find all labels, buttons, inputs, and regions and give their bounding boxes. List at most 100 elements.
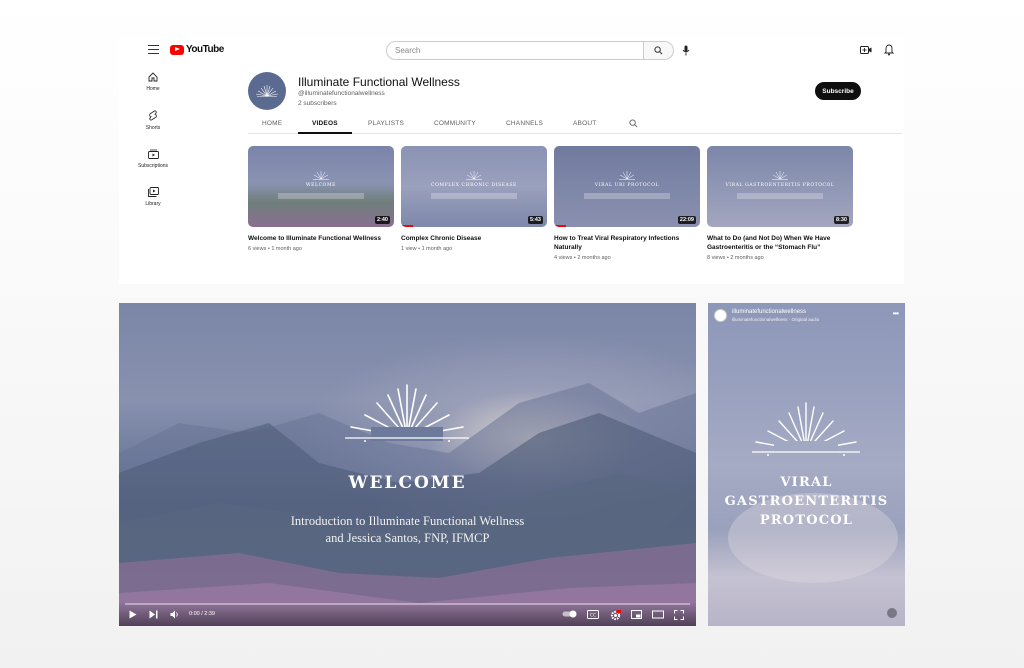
sunrise-logo-icon [772,171,788,180]
thumbnail-title: VIRAL URI PROTOCOL [594,183,660,188]
time-display: 0:00 / 2:39 [189,611,215,617]
thumbnail-title: WELCOME [305,183,337,188]
video-title[interactable]: Welcome to Illuminate Functional Wellnes… [248,234,394,243]
library-icon [147,187,159,197]
top-bar: YouTube Search [119,36,904,66]
nav-label-library: Library [145,201,161,207]
sunrise-logo-icon [345,384,469,442]
shorts-icon [149,110,157,121]
short-title-line3: PROTOCOL [759,513,854,528]
short-title-line2: GASTROENTERITIS [724,494,889,509]
video-title[interactable]: Complex Chronic Disease [401,234,547,243]
video-card[interactable]: VIRAL GASTROENTERITIS PROTOCOL 8:30 What… [707,146,853,261]
tab-channels[interactable]: CHANNELS [506,120,543,127]
more-options-icon[interactable]: ••• [893,309,899,318]
tab-playlists[interactable]: PLAYLISTS [368,120,404,127]
nav-item-home[interactable]: Home [133,72,173,92]
welcome-video-player[interactable]: WELCOME Introduction to Illuminate Funct… [119,303,696,626]
thumbnail-subtitle [584,193,670,199]
nav-item-library[interactable]: Library [133,187,173,207]
channel-title: Illuminate Functional Wellness [298,75,460,89]
player-controls: 0:00 / 2:39 CC [119,602,696,626]
video-duration: 2:40 [374,216,390,224]
video-card[interactable]: COMPLEX CHRONIC DISEASE 5:43 Complex Chr… [401,146,547,252]
search-button[interactable] [644,41,674,60]
captions-icon[interactable]: CC [587,610,599,619]
logo-text: YouTube [186,44,224,55]
watch-progress-bar [554,225,566,227]
video-meta: 8 views • 2 months ago [707,255,764,261]
player-title: WELCOME [348,473,467,493]
microphone-icon[interactable] [682,45,690,56]
menu-icon[interactable] [148,45,159,55]
channel-avatar[interactable] [248,72,286,110]
sunrise-logo-icon [619,171,635,180]
thumbnail-title: COMPLEX CHRONIC DISEASE [431,183,517,188]
video-thumbnail[interactable]: COMPLEX CHRONIC DISEASE 5:43 [401,146,547,227]
mountain-landscape [119,383,696,626]
watch-progress-bar [401,225,413,227]
subscriber-count: 2 subscribers [298,100,337,107]
home-icon [148,72,158,82]
tab-videos[interactable]: VIDEOS [312,120,338,127]
video-thumbnail[interactable]: WELCOME 2:40 [248,146,394,227]
video-duration: 8:30 [833,216,849,224]
subscribe-button[interactable]: Subscribe [815,82,861,100]
sunrise-logo-icon [255,85,279,97]
volume-icon[interactable] [170,610,180,619]
sunrise-logo-icon [466,171,482,180]
youtube-play-icon [170,44,184,55]
video-title[interactable]: How to Treat Viral Respiratory Infection… [554,234,700,252]
nav-label-home: Home [146,86,160,92]
subscriptions-icon [147,149,159,159]
video-card[interactable]: VIRAL URI PROTOCOL 22:09 How to Treat Vi… [554,146,700,261]
fullscreen-icon[interactable] [674,610,684,620]
video-duration: 22:09 [677,216,696,224]
active-tab-indicator [298,132,352,134]
mute-icon[interactable] [887,608,897,618]
search-input[interactable]: Search [386,41,644,60]
short-video-preview[interactable]: illuminatefunctionalwellness illuminatef… [708,303,905,626]
thumbnail-title: VIRAL GASTROENTERITIS PROTOCOL [725,183,835,188]
thumbnail-subtitle [737,193,823,199]
video-title[interactable]: What to Do (and Not Do) When We Have Gas… [707,234,853,252]
theater-mode-icon[interactable] [652,610,664,619]
youtube-channel-page: YouTube Search Home Shorts Subscriptions… [119,36,904,284]
progress-scrubber[interactable] [125,603,690,605]
settings-gear-icon[interactable] [610,610,621,621]
sunrise-logo-icon [313,171,329,180]
next-icon[interactable] [149,610,158,619]
notifications-icon[interactable] [884,44,894,56]
youtube-logo[interactable]: YouTube [170,44,224,55]
tab-home[interactable]: HOME [262,120,282,127]
create-video-icon[interactable] [860,45,872,55]
video-duration: 5:43 [527,216,543,224]
account-name[interactable]: illuminatefunctionalwellness [732,309,806,315]
short-title-line1: VIRAL [780,475,833,490]
video-card[interactable]: WELCOME 2:40 Welcome to Illuminate Funct… [248,146,394,252]
search-icon [654,46,663,55]
tab-community[interactable]: COMMUNITY [434,120,476,127]
nav-label-shorts: Shorts [145,125,161,131]
svg-text:CC: CC [590,613,596,619]
player-subtitle-line1: Introduction to Illuminate Functional We… [290,514,525,528]
miniplayer-icon[interactable] [631,610,642,619]
video-thumbnail[interactable]: VIRAL URI PROTOCOL 22:09 [554,146,700,227]
channel-tabs: HOME VIDEOS PLAYLISTS COMMUNITY CHANNELS… [248,116,902,134]
video-meta: 1 view • 1 month ago [401,246,453,252]
thumbnail-subtitle [278,193,364,199]
player-subtitle-line2: and Jessica Santos, FNP, IFMCP [325,531,490,545]
video-meta: 4 views • 2 months ago [554,255,611,261]
channel-handle: @illuminatefunctionalwellness [298,90,385,97]
nav-item-subscriptions[interactable]: Subscriptions [133,149,173,169]
video-thumbnail[interactable]: VIRAL GASTROENTERITIS PROTOCOL 8:30 [707,146,853,227]
tab-about[interactable]: ABOUT [573,120,596,127]
play-icon[interactable] [129,610,137,619]
nav-item-shorts[interactable]: Shorts [133,110,173,131]
thumbnail-subtitle [431,193,517,199]
audio-label: illuminatefunctionalwellness · Original … [732,317,820,322]
side-navigation: Home Shorts Subscriptions Library [133,72,173,225]
account-avatar[interactable] [714,309,727,322]
autoplay-toggle-icon[interactable] [562,610,578,618]
channel-search-icon[interactable] [629,119,638,128]
